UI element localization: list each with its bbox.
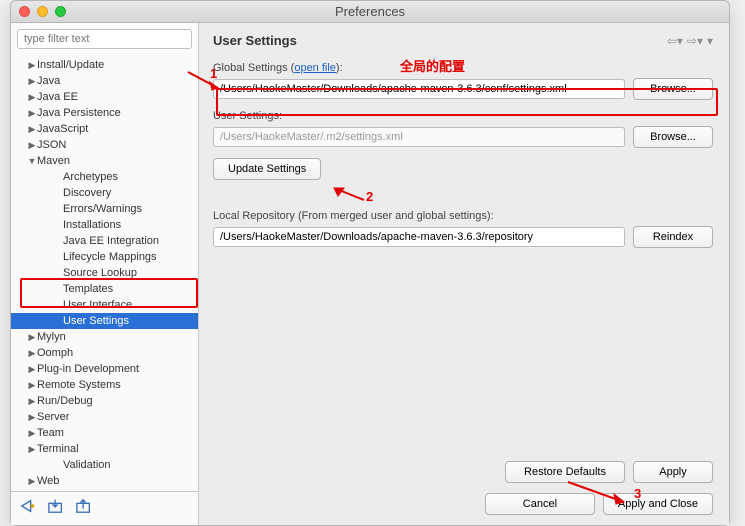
tree-item-java[interactable]: ▶Java — [11, 73, 198, 89]
tree-item-run-debug[interactable]: ▶Run/Debug — [11, 393, 198, 409]
restore-defaults-button[interactable]: Restore Defaults — [505, 461, 625, 483]
titlebar: Preferences — [11, 1, 729, 23]
tree-item-templates[interactable]: Templates — [11, 281, 198, 297]
tree-item-user-settings[interactable]: User Settings — [11, 313, 198, 329]
tree-item-java-ee-integration[interactable]: Java EE Integration — [11, 233, 198, 249]
preferences-window: Preferences ▶Install/Update▶Java▶Java EE… — [10, 0, 730, 526]
tree-item-source-lookup[interactable]: Source Lookup — [11, 265, 198, 281]
tree-item-archetypes[interactable]: Archetypes — [11, 169, 198, 185]
back-history-icon[interactable] — [19, 498, 37, 519]
local-repo-label: Local Repository (From merged user and g… — [213, 210, 713, 222]
export-icon[interactable] — [75, 498, 93, 519]
tree-item-mylyn[interactable]: ▶Mylyn — [11, 329, 198, 345]
filter-input[interactable] — [17, 29, 192, 49]
tree-item-discovery[interactable]: Discovery — [11, 185, 198, 201]
tree-item-web[interactable]: ▶Web — [11, 473, 198, 489]
tree-item-javascript[interactable]: ▶JavaScript — [11, 121, 198, 137]
user-browse-button[interactable]: Browse... — [633, 126, 713, 148]
tree-item-lifecycle-mappings[interactable]: Lifecycle Mappings — [11, 249, 198, 265]
local-repo-input[interactable] — [213, 227, 625, 247]
tree-item-json[interactable]: ▶JSON — [11, 137, 198, 153]
tree-item-validation[interactable]: Validation — [11, 457, 198, 473]
reindex-button[interactable]: Reindex — [633, 226, 713, 248]
forward-icon[interactable]: ⇨▾ — [687, 34, 703, 48]
import-icon[interactable] — [47, 498, 65, 519]
global-settings-label: Global Settings (open file): — [213, 62, 713, 74]
window-title: Preferences — [11, 4, 729, 19]
global-browse-button[interactable]: Browse... — [633, 78, 713, 100]
tree-item-oomph[interactable]: ▶Oomph — [11, 345, 198, 361]
back-icon[interactable]: ⇦▾ — [667, 34, 683, 48]
preferences-tree[interactable]: ▶Install/Update▶Java▶Java EE▶Java Persis… — [11, 55, 198, 491]
apply-and-close-button[interactable]: Apply and Close — [603, 493, 713, 515]
user-settings-label: User Settings: — [213, 110, 713, 122]
page-heading: User Settings — [213, 33, 297, 48]
tree-item-server[interactable]: ▶Server — [11, 409, 198, 425]
update-settings-button[interactable]: Update Settings — [213, 158, 321, 180]
tree-item-install-update[interactable]: ▶Install/Update — [11, 57, 198, 73]
content-pane: User Settings ⇦▾ ⇨▾ ▾ Global Settings (o… — [199, 23, 729, 525]
tree-item-java-ee[interactable]: ▶Java EE — [11, 89, 198, 105]
sidebar: ▶Install/Update▶Java▶Java EE▶Java Persis… — [11, 23, 199, 525]
sidebar-toolbar — [11, 491, 198, 525]
apply-button[interactable]: Apply — [633, 461, 713, 483]
tree-item-maven[interactable]: ▼Maven — [11, 153, 198, 169]
tree-item-plug-in-development[interactable]: ▶Plug-in Development — [11, 361, 198, 377]
open-file-link[interactable]: open file — [294, 62, 336, 74]
tree-item-terminal[interactable]: ▶Terminal — [11, 441, 198, 457]
user-settings-input[interactable] — [213, 127, 625, 147]
cancel-button[interactable]: Cancel — [485, 493, 595, 515]
tree-item-remote-systems[interactable]: ▶Remote Systems — [11, 377, 198, 393]
tree-item-team[interactable]: ▶Team — [11, 425, 198, 441]
tree-item-errors-warnings[interactable]: Errors/Warnings — [11, 201, 198, 217]
tree-item-user-interface[interactable]: User Interface — [11, 297, 198, 313]
menu-icon[interactable]: ▾ — [707, 34, 713, 48]
global-settings-input[interactable] — [213, 79, 625, 99]
tree-item-installations[interactable]: Installations — [11, 217, 198, 233]
tree-item-java-persistence[interactable]: ▶Java Persistence — [11, 105, 198, 121]
